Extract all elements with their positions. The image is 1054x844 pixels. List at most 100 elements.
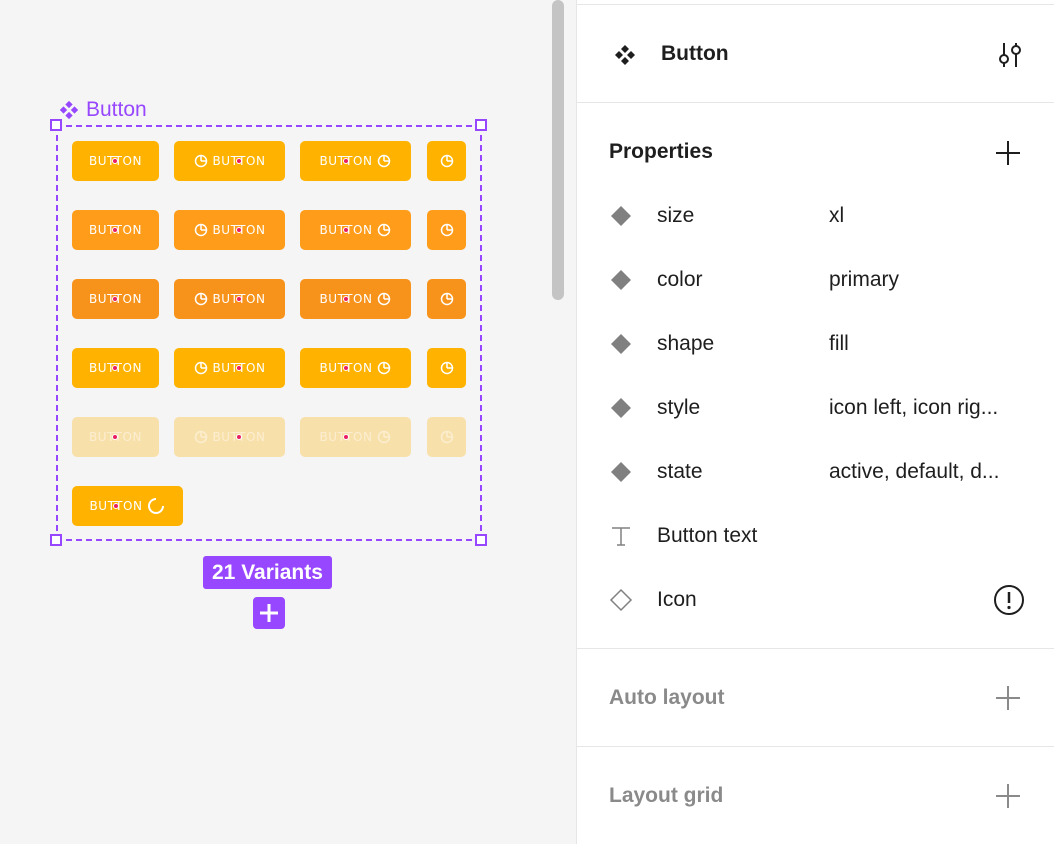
variant-button-disabled-icon-left[interactable]: BUTTON [174, 417, 285, 457]
pie-chart-icon [378, 430, 391, 444]
resize-handle-bottom-right[interactable] [475, 534, 487, 546]
variant-button-default-icon-right[interactable]: BUTTON [300, 141, 411, 181]
loading-spinner-icon [148, 498, 165, 514]
placeholder-pin-icon [235, 296, 242, 302]
variant-button-default-icon-only[interactable] [427, 141, 466, 181]
add-property-icon[interactable] [995, 140, 1021, 166]
resize-handle-top-right[interactable] [475, 119, 487, 131]
variant-button-hover-icon-only[interactable] [427, 210, 466, 250]
pie-chart-icon [194, 292, 207, 306]
variant-button-active-icon-right[interactable]: BUTTON [300, 279, 411, 319]
variant-button-label: BUTTON [89, 154, 142, 168]
variant-button-focus-icon-right[interactable]: BUTTON [300, 348, 411, 388]
properties-panel: Button Properties size xl color primary shap… [576, 0, 1054, 844]
add-layout-grid-icon[interactable] [995, 783, 1021, 809]
placeholder-pin-icon [342, 158, 349, 164]
placeholder-pin-icon [235, 365, 242, 371]
variant-button-label: BUTTON [320, 223, 373, 237]
property-row-button-text[interactable]: Button text [577, 516, 1054, 556]
variant-button-label: BUTTON [213, 223, 266, 237]
variant-diamond-icon [609, 268, 633, 292]
placeholder-pin-icon [342, 296, 349, 302]
property-value[interactable]: fill [829, 332, 849, 356]
pie-chart-icon [194, 430, 207, 444]
placeholder-pin-icon [235, 158, 242, 164]
component-name: Button [661, 42, 729, 65]
add-variant-button[interactable] [253, 597, 285, 629]
variant-button-label: BUTTON [89, 292, 142, 306]
property-name: Icon [657, 588, 697, 611]
pie-chart-icon [440, 430, 453, 444]
property-row-color[interactable]: color primary [577, 260, 1054, 300]
component-set-frame[interactable] [56, 125, 482, 541]
placeholder-pin-icon [342, 227, 349, 233]
variants-count-label: 21 Variants [212, 560, 323, 584]
property-row-style[interactable]: style icon left, icon rig... [577, 388, 1054, 428]
instance-swap-icon [609, 588, 633, 612]
component-set-name: Button [86, 98, 147, 121]
variant-button-active-text-only[interactable]: BUTTON [72, 279, 159, 319]
pie-chart-icon [440, 292, 453, 306]
resize-handle-top-left[interactable] [50, 119, 62, 131]
variant-button-loading[interactable]: BUTTON [72, 486, 183, 526]
add-auto-layout-icon[interactable] [995, 685, 1021, 711]
variant-button-active-icon-only[interactable] [427, 279, 466, 319]
pie-chart-icon [194, 223, 207, 237]
property-name: Button text [657, 524, 758, 547]
placeholder-pin-icon [112, 158, 119, 164]
variant-button-active-icon-left[interactable]: BUTTON [174, 279, 285, 319]
pie-chart-icon [194, 361, 207, 375]
variant-button-hover-icon-right[interactable]: BUTTON [300, 210, 411, 250]
placeholder-pin-icon [112, 434, 119, 440]
placeholder-pin-icon [112, 503, 119, 509]
pie-chart-icon [194, 154, 207, 168]
property-row-icon[interactable]: Icon [577, 580, 1054, 620]
pie-chart-icon [440, 154, 453, 168]
variant-button-focus-icon-left[interactable]: BUTTON [174, 348, 285, 388]
pie-chart-icon [378, 154, 391, 168]
layout-grid-section-title[interactable]: Layout grid [609, 784, 723, 808]
property-value[interactable]: primary [829, 268, 899, 292]
component-set-icon [59, 100, 79, 120]
component-header: Button [577, 6, 1054, 102]
canvas-scrollbar-thumb[interactable] [552, 0, 564, 300]
resize-handle-bottom-left[interactable] [50, 534, 62, 546]
variant-button-label: BUTTON [320, 361, 373, 375]
variant-button-hover-icon-left[interactable]: BUTTON [174, 210, 285, 250]
component-set-icon [615, 45, 635, 65]
pie-chart-icon [378, 292, 391, 306]
variant-button-label: BUTTON [89, 361, 142, 375]
warning-icon[interactable] [993, 584, 1025, 616]
variant-button-focus-icon-only[interactable] [427, 348, 466, 388]
pie-chart-icon [378, 223, 391, 237]
adjust-settings-icon[interactable] [995, 40, 1025, 70]
variant-button-hover-text-only[interactable]: BUTTON [72, 210, 159, 250]
variant-button-disabled-icon-right[interactable]: BUTTON [300, 417, 411, 457]
auto-layout-section-title[interactable]: Auto layout [609, 686, 725, 710]
variant-diamond-icon [609, 332, 633, 356]
variant-button-label: BUTTON [213, 154, 266, 168]
property-name: state [657, 460, 703, 483]
variant-button-default-icon-left[interactable]: BUTTON [174, 141, 285, 181]
property-row-state[interactable]: state active, default, d... [577, 452, 1054, 492]
variants-count-badge: 21 Variants [203, 556, 332, 589]
variant-button-label: BUTTON [89, 223, 142, 237]
variant-diamond-icon [609, 460, 633, 484]
property-row-shape[interactable]: shape fill [577, 324, 1054, 364]
property-row-size[interactable]: size xl [577, 196, 1054, 236]
placeholder-pin-icon [112, 296, 119, 302]
variant-button-default-text-only[interactable]: BUTTON [72, 141, 159, 181]
component-set-label[interactable]: Button [58, 98, 147, 122]
variant-button-label: BUTTON [320, 154, 373, 168]
property-value[interactable]: xl [829, 204, 844, 228]
property-value[interactable]: icon left, icon rig... [829, 396, 998, 420]
variant-button-focus-text-only[interactable]: BUTTON [72, 348, 159, 388]
variant-button-disabled-text-only[interactable]: BUTTON [72, 417, 159, 457]
variant-diamond-icon [609, 204, 633, 228]
placeholder-pin-icon [235, 434, 242, 440]
variant-button-disabled-icon-only[interactable] [427, 417, 466, 457]
divider [577, 4, 1054, 5]
variant-button-label: BUTTON [90, 499, 143, 513]
canvas[interactable]: Button BUTTON BUTTON BUTTON BUTTON BUTTON BUT… [0, 0, 550, 844]
property-value[interactable]: active, default, d... [829, 460, 999, 484]
